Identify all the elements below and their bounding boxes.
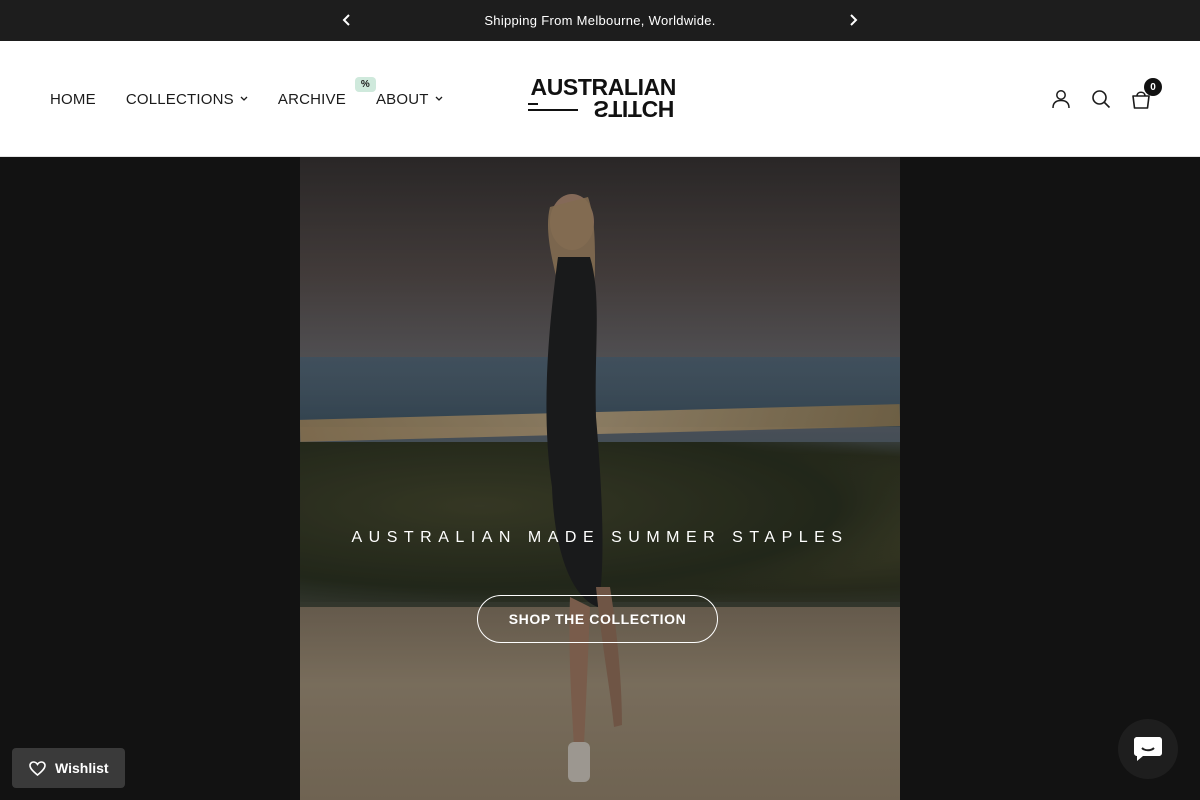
chat-icon — [1134, 737, 1162, 761]
nav-archive-label: ARCHIVE — [277, 90, 346, 108]
wishlist-button[interactable]: Wishlist — [12, 748, 125, 788]
logo-line-2: STITCH — [593, 96, 674, 122]
site-header: HOME COLLECTIONS ARCHIVE % ABOUT AUSTRAL… — [0, 41, 1200, 157]
chevron-right-icon — [850, 14, 858, 26]
brand-logo[interactable]: AUSTRALIAN STITCH — [526, 75, 676, 123]
hero-headline: AUSTRALIAN MADE SUMMER STAPLES — [351, 529, 849, 546]
hero-section: AUSTRALIAN MADE SUMMER STAPLES SHOP THE … — [0, 157, 1200, 800]
nav-collections[interactable]: COLLECTIONS — [126, 91, 248, 108]
nav-archive[interactable]: ARCHIVE % — [277, 76, 376, 108]
nav-home-label: HOME — [50, 90, 96, 108]
chevron-down-icon — [240, 96, 248, 102]
hero-overlay — [300, 157, 900, 800]
announcement-text: Shipping From Melbourne, Worldwide. — [484, 13, 716, 28]
search-icon — [1092, 90, 1111, 109]
logo-line-2-wrap: STITCH — [526, 96, 676, 122]
wishlist-label: Wishlist — [55, 760, 109, 776]
nav-about[interactable]: ABOUT — [376, 91, 443, 108]
hero-image — [300, 157, 900, 800]
logo-dash — [528, 103, 538, 105]
main-nav: HOME COLLECTIONS ARCHIVE % ABOUT — [50, 41, 443, 157]
heart-icon — [29, 760, 46, 776]
account-button[interactable] — [1050, 88, 1072, 110]
shop-collection-button[interactable]: SHOP THE COLLECTION — [477, 595, 718, 643]
nav-about-label: ABOUT — [375, 90, 429, 108]
cart-count-badge: 0 — [1144, 78, 1162, 96]
announcement-next-button[interactable] — [843, 10, 863, 30]
cart-button[interactable]: 0 — [1130, 78, 1162, 110]
header-icons: 0 — [1050, 41, 1162, 157]
chat-button[interactable] — [1118, 719, 1178, 779]
search-button[interactable] — [1090, 88, 1112, 110]
logo-rule — [528, 109, 578, 111]
nav-collections-label: COLLECTIONS — [125, 90, 234, 108]
chevron-down-icon — [435, 96, 443, 102]
sale-badge: % — [354, 76, 376, 92]
nav-home[interactable]: HOME — [50, 91, 96, 108]
user-icon — [1052, 90, 1070, 109]
announcement-bar: Shipping From Melbourne, Worldwide. — [0, 0, 1200, 41]
